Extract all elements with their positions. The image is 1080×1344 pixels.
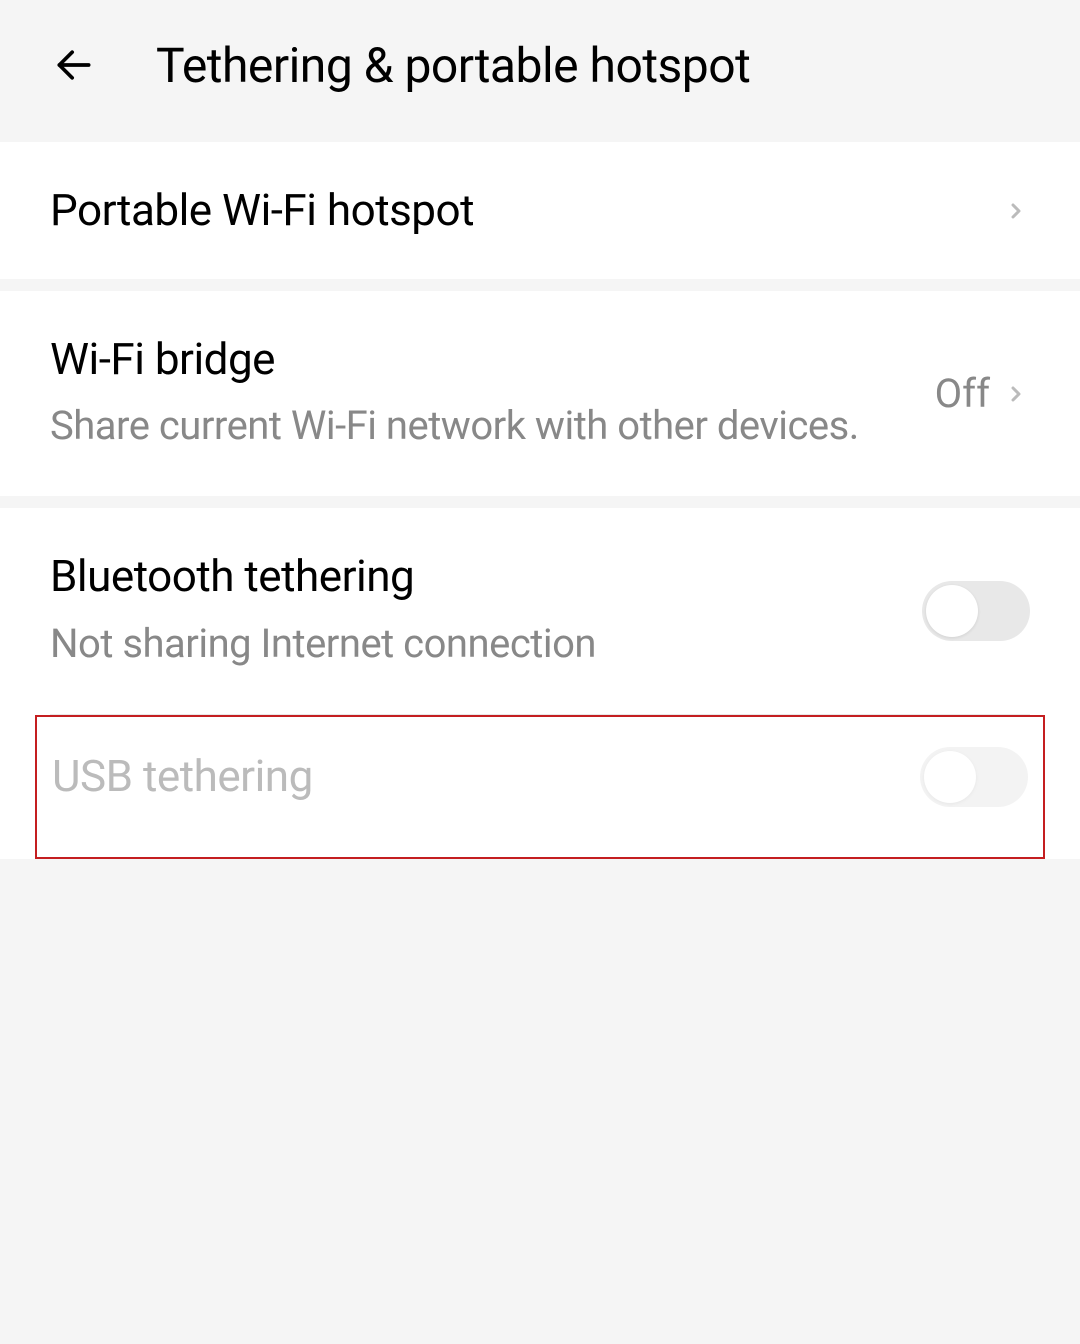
row-value-wifi-bridge: Off: [935, 370, 990, 417]
chevron-right-icon: [1002, 380, 1030, 408]
row-title-wifi-hotspot: Portable Wi-Fi hotspot: [50, 182, 1002, 239]
toggle-usb-tethering[interactable]: [920, 747, 1028, 807]
back-icon[interactable]: [50, 41, 98, 89]
section-usb-tethering: USB tethering: [0, 715, 1080, 859]
highlight-usb-tethering: USB tethering: [35, 715, 1045, 859]
header: Tethering & portable hotspot: [0, 0, 1080, 130]
row-wifi-hotspot[interactable]: Portable Wi-Fi hotspot: [0, 142, 1080, 279]
section-wifi-bridge: Wi-Fi bridge Share current Wi-Fi network…: [0, 291, 1080, 496]
row-subtitle-wifi-bridge: Share current Wi-Fi network with other d…: [50, 396, 935, 456]
page-title: Tethering & portable hotspot: [156, 37, 750, 94]
toggle-knob: [924, 751, 976, 803]
row-text: USB tethering: [52, 748, 920, 805]
row-text: Portable Wi-Fi hotspot: [50, 182, 1002, 239]
row-text: Bluetooth tethering Not sharing Internet…: [50, 548, 922, 673]
row-title-wifi-bridge: Wi-Fi bridge: [50, 331, 935, 388]
row-subtitle-bluetooth-tethering: Not sharing Internet connection: [50, 614, 922, 674]
row-title-bluetooth-tethering: Bluetooth tethering: [50, 548, 922, 605]
section-tethering: Bluetooth tethering Not sharing Internet…: [0, 508, 1080, 714]
row-wifi-bridge[interactable]: Wi-Fi bridge Share current Wi-Fi network…: [0, 291, 1080, 496]
row-title-usb-tethering: USB tethering: [52, 748, 920, 805]
row-usb-tethering[interactable]: USB tethering: [37, 717, 1043, 827]
row-right: [1002, 197, 1030, 225]
chevron-right-icon: [1002, 197, 1030, 225]
row-right: Off: [935, 370, 1030, 417]
section-wifi-hotspot: Portable Wi-Fi hotspot: [0, 142, 1080, 279]
toggle-bluetooth-tethering[interactable]: [922, 581, 1030, 641]
row-bluetooth-tethering[interactable]: Bluetooth tethering Not sharing Internet…: [0, 508, 1080, 713]
toggle-knob: [926, 585, 978, 637]
row-text: Wi-Fi bridge Share current Wi-Fi network…: [50, 331, 935, 456]
